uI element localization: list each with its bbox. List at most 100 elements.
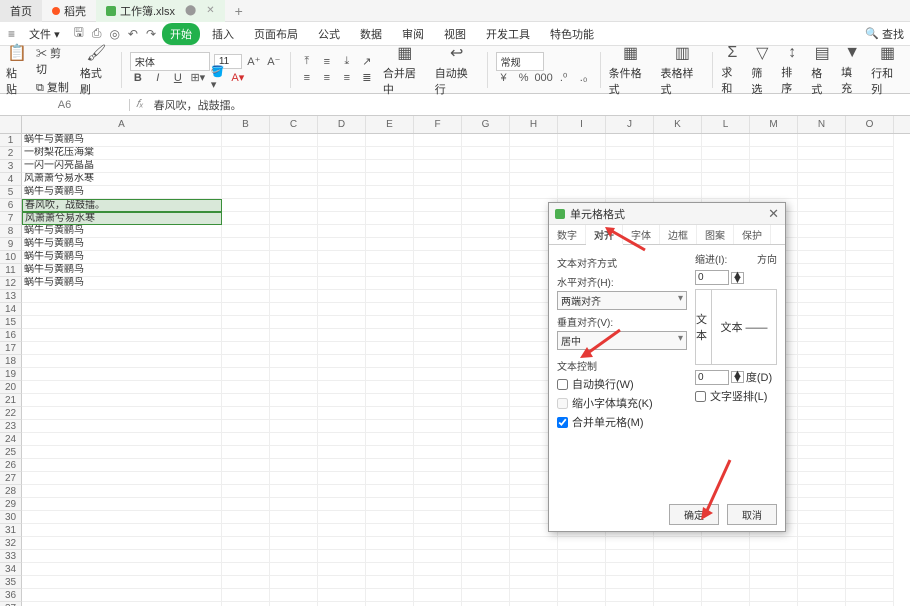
cell[interactable] (846, 355, 894, 368)
row-header[interactable]: 26 (0, 459, 22, 472)
font-color-button[interactable]: A▾ (230, 70, 246, 86)
cell[interactable] (654, 602, 702, 606)
cell[interactable] (846, 186, 894, 199)
cell[interactable] (462, 329, 510, 342)
cell[interactable] (414, 433, 462, 446)
cell[interactable] (22, 459, 222, 472)
align-center-icon[interactable]: ≡ (319, 70, 335, 86)
cell[interactable] (798, 355, 846, 368)
cell[interactable] (366, 212, 414, 225)
cell[interactable] (22, 407, 222, 420)
cell[interactable] (270, 459, 318, 472)
cell[interactable] (414, 602, 462, 606)
cell[interactable] (366, 160, 414, 173)
cell[interactable] (414, 134, 462, 147)
col-header[interactable]: I (558, 116, 606, 133)
cell[interactable] (798, 394, 846, 407)
cell[interactable] (510, 160, 558, 173)
cell[interactable] (702, 537, 750, 550)
cell[interactable] (606, 173, 654, 186)
cell[interactable] (270, 368, 318, 381)
cell[interactable] (414, 472, 462, 485)
cell[interactable] (798, 160, 846, 173)
orientation-icon[interactable]: ↗ (359, 54, 375, 70)
cell[interactable] (846, 498, 894, 511)
search-box[interactable]: 🔍查找 (865, 26, 904, 42)
cell[interactable] (366, 602, 414, 606)
cell[interactable] (462, 576, 510, 589)
cell[interactable] (270, 602, 318, 606)
currency-icon[interactable]: ¥ (496, 70, 512, 86)
border-button[interactable]: ⊞▾ (190, 70, 206, 86)
cell[interactable] (606, 537, 654, 550)
font-select[interactable]: 宋体 (130, 52, 210, 71)
halign-select[interactable]: 两端对齐 (557, 291, 687, 310)
cell[interactable] (798, 134, 846, 147)
cell[interactable] (222, 446, 270, 459)
vertical-layout-checkbox[interactable]: 文字竖排(L) (695, 388, 777, 404)
cell[interactable] (366, 186, 414, 199)
cell[interactable] (510, 589, 558, 602)
cell[interactable] (366, 264, 414, 277)
cell[interactable] (366, 550, 414, 563)
menu-special[interactable]: 特色功能 (542, 23, 602, 45)
menu-layout[interactable]: 页面布局 (246, 23, 306, 45)
cell[interactable] (702, 576, 750, 589)
cell[interactable] (414, 173, 462, 186)
cell[interactable] (798, 446, 846, 459)
cell[interactable] (222, 407, 270, 420)
cell[interactable] (318, 238, 366, 251)
cell[interactable] (654, 537, 702, 550)
row-header[interactable]: 33 (0, 550, 22, 563)
cell[interactable] (558, 147, 606, 160)
cell[interactable] (462, 381, 510, 394)
cell[interactable] (22, 589, 222, 602)
cell[interactable] (270, 264, 318, 277)
cell[interactable] (702, 160, 750, 173)
cell[interactable] (846, 589, 894, 602)
cell[interactable] (414, 342, 462, 355)
cell[interactable] (798, 420, 846, 433)
row-header[interactable]: 28 (0, 485, 22, 498)
cell[interactable] (846, 212, 894, 225)
degree-spinner[interactable]: ▲▼ (731, 371, 744, 383)
cell[interactable] (318, 355, 366, 368)
new-tab-button[interactable]: + (225, 3, 253, 19)
cell[interactable] (846, 576, 894, 589)
degree-input[interactable] (695, 370, 729, 385)
row-header[interactable]: 25 (0, 446, 22, 459)
col-header[interactable]: F (414, 116, 462, 133)
cell[interactable] (654, 134, 702, 147)
cell[interactable] (318, 589, 366, 602)
cell[interactable] (798, 563, 846, 576)
cell[interactable] (606, 589, 654, 602)
cell[interactable] (222, 524, 270, 537)
cell[interactable]: 蜗牛与黄鹂鸟 (22, 277, 222, 290)
cell[interactable] (462, 537, 510, 550)
cell[interactable] (846, 550, 894, 563)
cell[interactable] (414, 290, 462, 303)
cell[interactable] (222, 147, 270, 160)
cell[interactable] (750, 134, 798, 147)
cell[interactable] (798, 147, 846, 160)
cell[interactable] (270, 303, 318, 316)
tab-border[interactable]: 边框 (660, 225, 697, 244)
cell[interactable] (270, 329, 318, 342)
cell[interactable] (222, 472, 270, 485)
cell[interactable] (318, 472, 366, 485)
cell[interactable] (318, 394, 366, 407)
cell[interactable] (846, 394, 894, 407)
cell[interactable] (846, 524, 894, 537)
cell[interactable] (270, 199, 318, 212)
cell[interactable] (702, 147, 750, 160)
cell[interactable] (846, 368, 894, 381)
cell[interactable] (654, 147, 702, 160)
row-header[interactable]: 29 (0, 498, 22, 511)
cell[interactable] (846, 264, 894, 277)
cell[interactable] (414, 251, 462, 264)
cell[interactable] (798, 316, 846, 329)
cell[interactable] (414, 511, 462, 524)
align-left-icon[interactable]: ≡ (299, 70, 315, 86)
save-icon[interactable]: 🖫 (72, 23, 86, 44)
cell[interactable] (414, 446, 462, 459)
